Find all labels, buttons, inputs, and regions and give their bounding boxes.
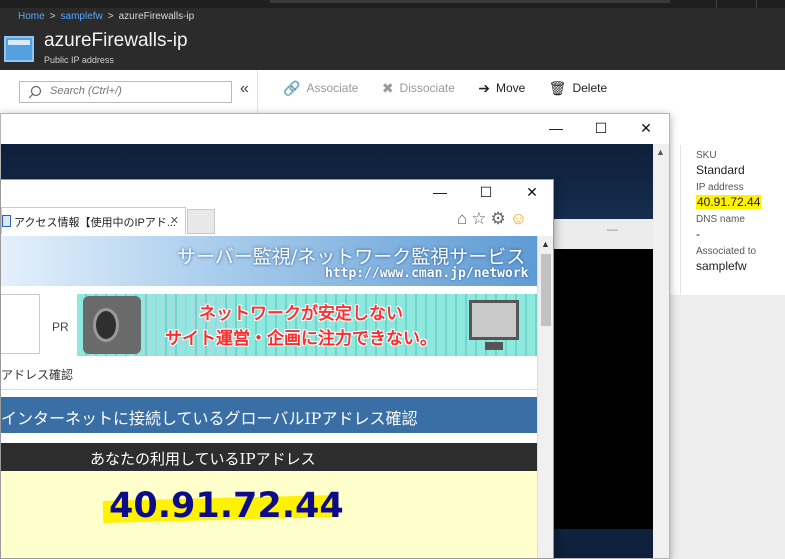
dns-name-label: DNS name [696, 214, 745, 225]
web-page: サーバー監視/ネットワーク監視サービス http://www.cman.jp/n… [1, 236, 537, 558]
browser-scrollbar[interactable]: ▲ [537, 236, 553, 558]
delete-label: Delete [572, 81, 608, 95]
ip-address-value[interactable]: 40.91.72.44 [696, 194, 785, 210]
banner-title: サーバー監視/ネットワーク監視サービス [177, 246, 526, 268]
move-button[interactable]: ➔ Move [478, 80, 525, 97]
browser-close-button[interactable]: ✕ [509, 180, 553, 206]
essentials-panel: SKU Standard IP address 40.91.72.44 DNS … [696, 150, 785, 278]
link-icon: 🔗 [283, 80, 301, 96]
associated-to-label: Associated to [696, 246, 757, 257]
camera-image [83, 296, 141, 354]
new-tab-button[interactable] [187, 209, 215, 234]
ip-address-label: IP address [696, 182, 744, 193]
top-nav-divider [756, 0, 757, 8]
black-pane [541, 249, 655, 529]
sku-label: SKU [696, 150, 717, 161]
browser-tab-label: アクセス情報【使用中のIPアド... [14, 217, 177, 229]
browser-toolbar-icons: ⌂ ☆ ⚙ ☺ [457, 209, 531, 229]
feedback-smiley-icon[interactable]: ☺ [510, 209, 527, 229]
move-label: Move [495, 81, 526, 95]
dissociate-button[interactable]: ✖ Dissociate [382, 80, 455, 97]
tab-bar: アクセス情報【使用中のIPアド... ✕ ⌂ ☆ ⚙ ☺ [1, 206, 553, 236]
dns-name-value: - [696, 227, 700, 241]
arrow-right-icon: ➔ [478, 80, 490, 96]
top-search-strip[interactable] [270, 0, 670, 3]
gear-icon[interactable]: ⚙ [491, 209, 506, 229]
ad-line-1: ネットワークが安定しない [199, 304, 403, 323]
monitor-image [469, 300, 519, 340]
your-ip-label: あなたの利用しているIPアドレス [90, 450, 316, 468]
browser-minimize-button[interactable]: — [417, 180, 463, 206]
gray-panel [670, 295, 785, 559]
ip-address-highlight: 40.91.72.44 [696, 195, 762, 209]
scroll-up-icon[interactable]: ▲ [541, 239, 550, 249]
breadcrumb-samplefw[interactable]: samplefw [61, 11, 103, 22]
scroll-thumb[interactable] [541, 254, 551, 326]
browser-window: — ☐ ✕ アクセス情報【使用中のIPアド... ✕ ⌂ ☆ ⚙ ☺ サーバー監視/ネ… [0, 179, 554, 559]
inner-minimize-icon[interactable]: — [607, 224, 618, 236]
dissociate-label: Dissociate [399, 81, 455, 95]
minimize-button[interactable]: — [533, 114, 579, 144]
page-heading-bar: インターネットに接続しているグローバルIPアドレス確認 [1, 397, 537, 433]
x-icon: ✖ [381, 80, 394, 96]
page-heading: インターネットに接続しているグローバルIPアドレス確認 [1, 409, 418, 428]
page-breadcrumb[interactable]: アドレス確認 [1, 366, 73, 383]
breadcrumb-home[interactable]: Home [18, 11, 45, 22]
monitor-stand [485, 342, 503, 350]
browser-maximize-button[interactable]: ☐ [463, 180, 509, 206]
resource-header: Home > samplefw > azureFirewalls-ip azureFir… [0, 8, 785, 70]
ad-line-2: サイト運営・企画に注力できない。 [165, 329, 437, 348]
scroll-up-icon[interactable]: ▲ [656, 147, 665, 157]
breadcrumb-separator: > [49, 11, 56, 22]
associate-button[interactable]: 🔗 Associate [283, 80, 358, 97]
divider [1, 389, 537, 390]
resource-type: Public IP address [44, 55, 114, 65]
favorites-star-icon[interactable]: ☆ [471, 209, 486, 229]
page-title: azureFirewalls-ip [44, 30, 188, 51]
close-button[interactable]: ✕ [623, 114, 669, 144]
back-window-titlebar[interactable]: — ☐ ✕ [1, 114, 669, 144]
essentials-divider [680, 145, 681, 295]
collapse-menu-button[interactable]: « [240, 80, 249, 98]
top-nav-bar [0, 0, 785, 8]
back-window-scrollbar[interactable]: ▲ [653, 144, 669, 558]
top-nav-divider [716, 0, 717, 8]
breadcrumb-current: azureFirewalls-ip [118, 11, 195, 22]
inner-window-titlebar [541, 219, 655, 249]
search-box[interactable] [19, 81, 232, 103]
ip-display-box: 40.91.72.44 [1, 471, 537, 558]
public-ip-icon [4, 36, 34, 62]
search-icon [28, 85, 42, 99]
tab-close-icon[interactable]: ✕ [170, 214, 179, 227]
search-input[interactable] [50, 85, 225, 97]
ad-slot-left[interactable] [1, 294, 40, 354]
pr-label: PR [52, 320, 69, 334]
your-ip-bar: あなたの利用しているIPアドレス [1, 443, 537, 471]
browser-tab[interactable]: アクセス情報【使用中のIPアド... ✕ [1, 207, 186, 234]
home-icon[interactable]: ⌂ [457, 209, 467, 229]
blade-divider [257, 70, 258, 118]
breadcrumb-separator: > [107, 11, 114, 22]
browser-titlebar[interactable]: — ☐ ✕ [1, 180, 553, 206]
command-bar: 🔗 Associate ✖ Dissociate ➔ Move 🗑 Delete [283, 80, 627, 102]
site-banner[interactable]: サーバー監視/ネットワーク監視サービス http://www.cman.jp/n… [1, 236, 537, 286]
sku-value: Standard [696, 163, 745, 177]
delete-button[interactable]: 🗑 Delete [549, 80, 607, 97]
ip-address-display: 40.91.72.44 [109, 486, 344, 526]
breadcrumb: Home > samplefw > azureFirewalls-ip [18, 11, 194, 22]
associated-to-value[interactable]: samplefw [696, 258, 785, 274]
maximize-button[interactable]: ☐ [578, 114, 624, 144]
page-favicon-icon [2, 215, 11, 227]
trash-icon: 🗑 [548, 80, 567, 96]
banner-url: http://www.cman.jp/network [325, 266, 529, 281]
associate-label: Associate [306, 81, 359, 95]
ad-banner[interactable]: ネットワークが安定しない サイト運営・企画に注力できない。 [77, 294, 537, 356]
